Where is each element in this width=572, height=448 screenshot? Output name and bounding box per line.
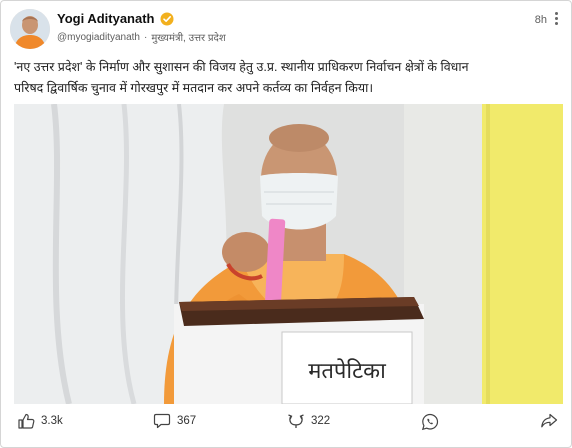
comment-icon <box>153 413 171 429</box>
like-button[interactable]: 3.3k <box>17 413 63 429</box>
author-designation: मुख्यमंत्री, उत्तर प्रदेश <box>151 33 226 44</box>
author-handle[interactable]: @myogiadityanath <box>57 32 140 43</box>
verified-badge-icon <box>160 12 174 26</box>
comment-button[interactable]: 367 <box>153 413 196 429</box>
author-meta: @myogiadityanath · मुख्यमंत्री, उत्तर प्… <box>57 30 226 45</box>
post-image[interactable]: मतपेटिका <box>14 104 563 404</box>
post-text-line-1: 'नए उत्तर प्रदेश' के निर्माण और सुशासन क… <box>14 60 469 74</box>
action-bar: 3.3k 367 322 <box>1 413 572 439</box>
more-icon[interactable] <box>555 12 559 26</box>
avatar[interactable] <box>10 9 50 49</box>
whatsapp-button[interactable] <box>421 413 439 431</box>
ballot-box-label: मतपेटिका <box>308 358 386 384</box>
post-time: 8h <box>534 14 547 26</box>
retweet-count: 322 <box>311 415 331 427</box>
comment-count: 367 <box>177 415 197 427</box>
like-count: 3.3k <box>41 415 63 427</box>
share-button[interactable] <box>540 413 558 429</box>
avatar-image <box>10 9 50 49</box>
whatsapp-icon <box>421 413 439 431</box>
meta-separator: · <box>143 31 148 43</box>
post-text-line-2: परिषद द्विवार्षिक चुनाव में गोरखपुर में … <box>14 81 374 95</box>
retweet-button[interactable]: 322 <box>287 413 330 429</box>
author-name[interactable]: Yogi Adityanath <box>57 11 155 26</box>
post-card: Yogi Adityanath @myogiadityanath · मुख्य… <box>0 0 572 448</box>
post-text: 'नए उत्तर प्रदेश' के निर्माण और सुशासन क… <box>14 57 559 99</box>
retweet-icon <box>287 413 305 429</box>
like-icon <box>17 413 35 429</box>
post-photo: मतपेटिका <box>14 104 563 404</box>
author-name-row: Yogi Adityanath <box>57 11 174 26</box>
share-icon <box>540 413 558 429</box>
